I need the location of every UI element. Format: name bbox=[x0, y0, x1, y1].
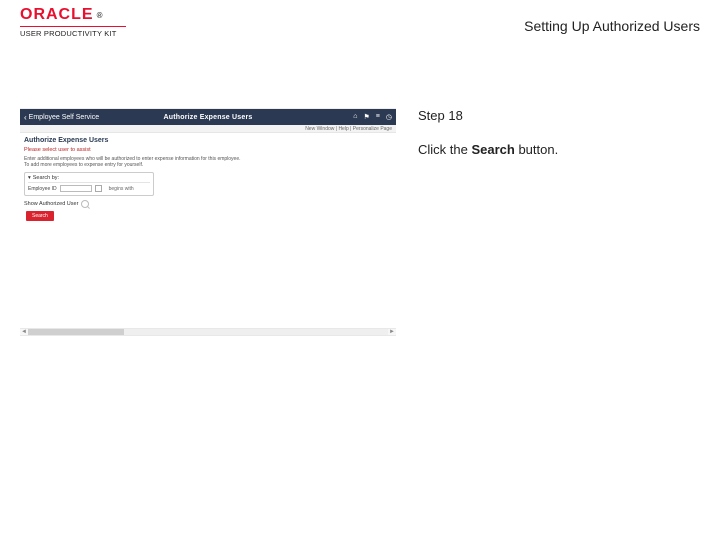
mini-body: Authorize Expense Users Please select us… bbox=[20, 133, 396, 223]
search-legend-text: Search by: bbox=[33, 175, 59, 181]
magnifier-icon[interactable] bbox=[81, 200, 89, 208]
mini-subbar: New Window | Help | Personalize Page bbox=[20, 125, 396, 133]
topic-title: Setting Up Authorized Users bbox=[524, 18, 700, 34]
subbrand-text: USER PRODUCTIVITY KIT bbox=[20, 29, 126, 38]
search-row: Employee ID begins with bbox=[28, 185, 150, 192]
mini-navbar: ‹ Employee Self Service Authorize Expens… bbox=[20, 109, 396, 125]
oracle-logo: ORACLE ® bbox=[20, 6, 126, 24]
scroll-right-arrow[interactable]: ► bbox=[388, 329, 396, 335]
horizontal-scrollbar[interactable]: ◄ ► bbox=[20, 328, 396, 336]
result-line: Show Authorized User bbox=[24, 200, 392, 208]
search-button[interactable]: Search bbox=[26, 211, 54, 221]
instruction-after: button. bbox=[515, 142, 558, 157]
subbar-links[interactable]: New Window | Help | Personalize Page bbox=[305, 126, 392, 132]
employee-id-input[interactable] bbox=[60, 185, 92, 192]
mini-app: ‹ Employee Self Service Authorize Expens… bbox=[20, 108, 396, 336]
mini-page-title: Authorize Expense Users bbox=[24, 137, 392, 144]
menu-icon[interactable]: ≡ bbox=[376, 113, 380, 121]
scroll-track[interactable] bbox=[28, 329, 388, 335]
instruction-panel: Step 18 Click the Search button. bbox=[400, 108, 720, 336]
mini-subheading: Please select user to assist bbox=[24, 147, 392, 153]
nav-title: Authorize Expense Users bbox=[163, 114, 252, 121]
flag-icon[interactable]: ⚑ bbox=[364, 113, 370, 121]
field-label: Employee ID bbox=[28, 186, 57, 192]
result-label: Show Authorized User bbox=[24, 201, 78, 207]
hint-line-2: To add more employees to expense entry f… bbox=[24, 162, 392, 168]
trademark-symbol: ® bbox=[97, 11, 104, 20]
brand-divider bbox=[20, 26, 126, 27]
scroll-left-arrow[interactable]: ◄ bbox=[20, 329, 28, 335]
mini-hint: Enter additional employees who will be a… bbox=[24, 156, 392, 168]
instruction-before: Click the bbox=[418, 142, 471, 157]
instruction-text: Click the Search button. bbox=[418, 141, 700, 159]
search-legend: ▾ Search by: bbox=[28, 175, 150, 183]
collapse-icon[interactable]: ▾ bbox=[28, 175, 31, 181]
home-icon[interactable]: ⌂ bbox=[353, 113, 357, 121]
back-button[interactable]: ‹ Employee Self Service bbox=[24, 113, 99, 122]
search-button-row: Search bbox=[24, 211, 392, 221]
page-header: ORACLE ® USER PRODUCTIVITY KIT Setting U… bbox=[0, 0, 720, 52]
screenshot-panel: ‹ Employee Self Service Authorize Expens… bbox=[0, 108, 400, 336]
notification-icon[interactable]: ◷ bbox=[386, 113, 392, 121]
operator-label: begins with bbox=[109, 186, 134, 192]
lookup-icon[interactable] bbox=[95, 185, 102, 192]
brand-text: ORACLE bbox=[20, 6, 94, 24]
back-label: Employee Self Service bbox=[29, 114, 99, 121]
step-label: Step 18 bbox=[418, 108, 700, 123]
main-area: ‹ Employee Self Service Authorize Expens… bbox=[0, 108, 720, 336]
chevron-left-icon: ‹ bbox=[24, 113, 27, 122]
instruction-bold: Search bbox=[471, 142, 514, 157]
brand-block: ORACLE ® USER PRODUCTIVITY KIT bbox=[20, 6, 126, 38]
nav-icons: ⌂ ⚑ ≡ ◷ bbox=[353, 113, 392, 121]
search-criteria-box: ▾ Search by: Employee ID begins with bbox=[24, 172, 154, 196]
scroll-thumb[interactable] bbox=[28, 329, 124, 335]
